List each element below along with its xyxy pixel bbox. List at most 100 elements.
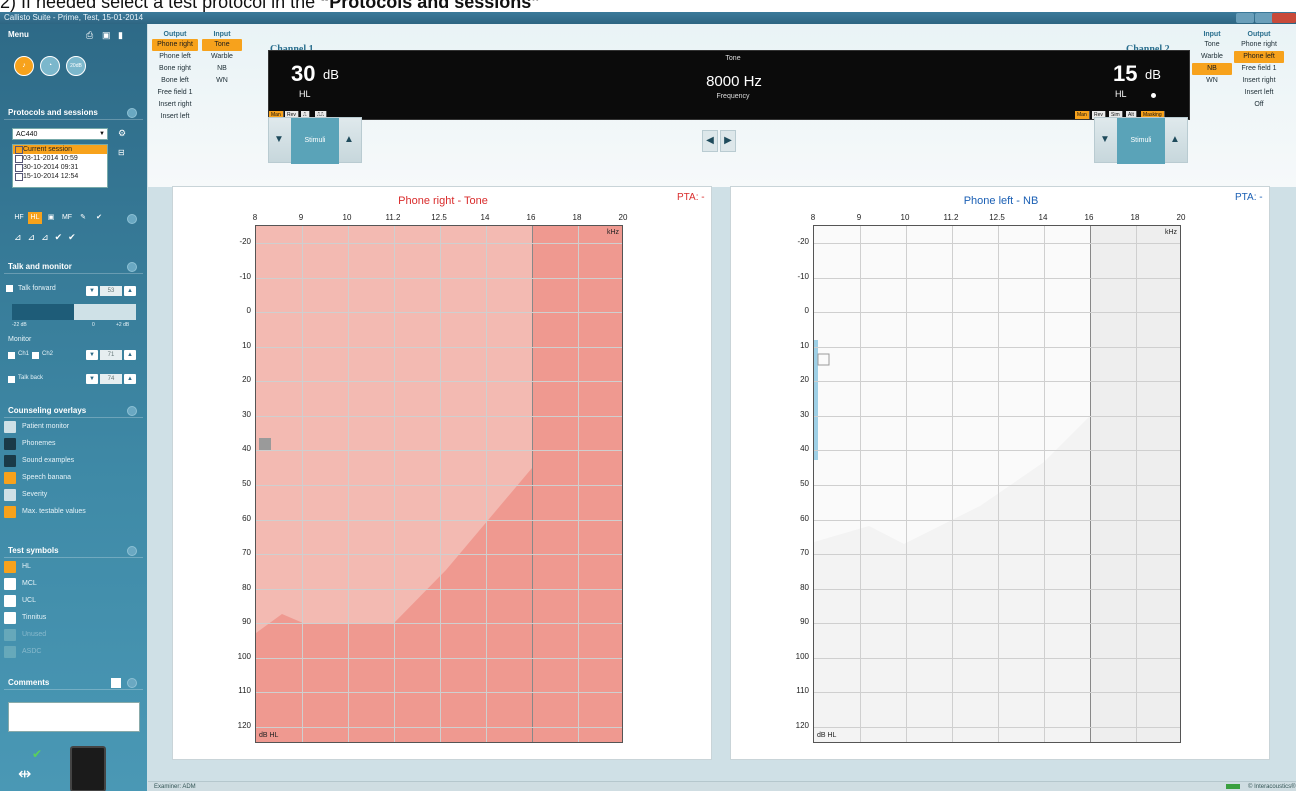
tool-check[interactable]: ✔: [92, 212, 106, 224]
talk-back-checkbox[interactable]: [8, 376, 15, 383]
symbol-ucl[interactable]: UCL: [4, 592, 143, 609]
protocol-settings-icon[interactable]: ⚙: [118, 128, 126, 139]
tools-circle-icon[interactable]: [127, 214, 137, 224]
protocol-select[interactable]: AC440 ▼: [12, 128, 108, 140]
ch1-output-option[interactable]: Insert left: [152, 111, 198, 123]
left-y-tick: 120: [795, 720, 809, 730]
collapse-counseling-icon[interactable]: [127, 406, 137, 416]
overlay-max-testable[interactable]: Max. testable values: [4, 503, 143, 520]
ch1-input-column: Input Tone Warble NB WN: [202, 30, 242, 87]
left-y-tick: 100: [795, 651, 809, 661]
left-plot-area[interactable]: kHz dB HL: [813, 225, 1181, 743]
close-button[interactable]: [1272, 13, 1296, 23]
ch2-output-option[interactable]: Insert left: [1234, 87, 1284, 99]
overlay-label: Patient monitor: [22, 423, 70, 430]
collapse-protocols-icon[interactable]: [127, 108, 137, 118]
hf-audiometry-button[interactable]: 20dB: [66, 56, 86, 76]
ch1-output-option[interactable]: Insert right: [152, 99, 198, 111]
collapse-symbols-icon[interactable]: [127, 546, 137, 556]
speech-audiometry-button[interactable]: ◔: [40, 56, 60, 76]
talk-forward-up[interactable]: ▲: [124, 286, 136, 296]
ch1-level-down-icon[interactable]: ▼: [273, 134, 285, 146]
ch2-output-option[interactable]: Insert right: [1234, 75, 1284, 87]
monitor-down[interactable]: ▼: [86, 350, 98, 360]
right-ear-audiogram: Phone right - Tone PTA: - 8 9 10 11.2 12.5 14…: [172, 186, 712, 760]
ch1-output-option[interactable]: Phone right: [152, 39, 198, 51]
ch1-output-option[interactable]: Bone left: [152, 75, 198, 87]
session-item[interactable]: 15-10-2014 12:54: [13, 172, 107, 181]
right-marker[interactable]: [259, 438, 271, 450]
session-item[interactable]: Current session: [13, 145, 107, 154]
talk-forward-checkbox[interactable]: [6, 285, 13, 292]
ch1-output-option[interactable]: Free field 1: [152, 87, 198, 99]
ch2-tag-man[interactable]: Man: [1075, 111, 1090, 119]
ch1-output-column: Output Phone right Phone left Bone right…: [152, 30, 198, 123]
collapse-talk-icon[interactable]: [127, 262, 137, 272]
ch1-input-option[interactable]: NB: [202, 63, 242, 75]
right-x-tick: 10: [342, 213, 352, 222]
ch1-input-option[interactable]: Tone: [202, 39, 242, 51]
print-icon[interactable]: ⎙: [86, 30, 93, 41]
monitor-up[interactable]: ▲: [124, 350, 136, 360]
ch2-level-up-icon[interactable]: ▲: [1169, 134, 1181, 146]
tone-audiometry-button[interactable]: ♪: [14, 56, 34, 76]
overlay-speech-banana[interactable]: Speech banana: [4, 469, 143, 486]
session-list: Current session 03-11-2014 10:59 30-10-2…: [12, 144, 108, 188]
talk-forward-down[interactable]: ▼: [86, 286, 98, 296]
exit-icon[interactable]: ▮: [118, 30, 123, 41]
ch2-output-option[interactable]: Phone left: [1234, 51, 1284, 63]
comments-input[interactable]: [8, 702, 140, 732]
ch1-checkbox[interactable]: [8, 352, 15, 359]
talk-forward-slider[interactable]: [12, 304, 136, 320]
overlay-patient-monitor[interactable]: Patient monitor: [4, 418, 143, 435]
tool-mf[interactable]: MF: [60, 212, 74, 224]
collapse-comments-icon[interactable]: [127, 678, 137, 688]
ch1-output-option[interactable]: Bone right: [152, 63, 198, 75]
symbol-tinnitus[interactable]: Tinnitus: [4, 609, 143, 626]
session-item[interactable]: 03-11-2014 10:59: [13, 154, 107, 163]
ch1-input-option[interactable]: WN: [202, 75, 242, 87]
tool-hl[interactable]: HL: [28, 212, 42, 224]
ch1-input-option[interactable]: Warble: [202, 51, 242, 63]
overlay-severity[interactable]: Severity: [4, 486, 143, 503]
symbol-hl[interactable]: HL: [4, 558, 143, 575]
ch1-output-option[interactable]: Phone left: [152, 51, 198, 63]
freq-prev-icon[interactable]: ◀: [702, 130, 718, 152]
tool-edit[interactable]: ✎: [76, 212, 90, 224]
ch2-output-option[interactable]: Off: [1234, 99, 1284, 111]
session-icon[interactable]: ⊟: [118, 148, 125, 157]
ch1-stimuli-button[interactable]: Stimuli: [291, 118, 339, 164]
tool-grid[interactable]: ▣: [44, 212, 58, 224]
overlay-sound-examples[interactable]: Sound examples: [4, 452, 143, 469]
right-y-tick: 20: [242, 375, 251, 385]
save-icon[interactable]: ▣: [102, 30, 111, 41]
left-x-tick: 9: [856, 213, 862, 222]
ch2-level-down-icon[interactable]: ▼: [1099, 134, 1111, 146]
talk-forward-toggle[interactable]: Talk forward: [4, 280, 56, 297]
ch2-input-option[interactable]: WN: [1192, 75, 1232, 87]
minimize-button[interactable]: [1236, 13, 1254, 23]
tool-icons-row2[interactable]: ⊿⊿⊿✔✔: [14, 232, 82, 243]
right-plot-area[interactable]: kHz dB HL: [255, 225, 623, 743]
ch2-stimuli-button[interactable]: Stimuli: [1117, 118, 1165, 164]
ch2-input-option[interactable]: NB: [1192, 63, 1232, 75]
battery-icon: [1226, 784, 1240, 789]
tool-hf[interactable]: HF: [12, 212, 26, 224]
talk-back-up[interactable]: ▲: [124, 374, 136, 384]
ch2-output-option[interactable]: Free field 1: [1234, 63, 1284, 75]
comment-note-icon[interactable]: [111, 678, 121, 688]
maximize-button[interactable]: [1255, 13, 1273, 23]
ch1-level-up-icon[interactable]: ▲: [343, 134, 355, 146]
talk-back-down[interactable]: ▼: [86, 374, 98, 384]
freq-next-icon[interactable]: ▶: [720, 130, 736, 152]
ch2-checkbox[interactable]: [32, 352, 39, 359]
symbol-mcl[interactable]: MCL: [4, 575, 143, 592]
right-x-tick: 12.5: [431, 213, 447, 222]
session-item[interactable]: 30-10-2014 09:31: [13, 163, 107, 172]
ch2-input-option[interactable]: Tone: [1192, 39, 1232, 51]
ch2-output-option[interactable]: Phone right: [1234, 39, 1284, 51]
overlay-phonemes[interactable]: Phonemes: [4, 435, 143, 452]
left-grid-hline: [814, 588, 1180, 590]
ch2-input-option[interactable]: Warble: [1192, 51, 1232, 63]
talk-forward-label: Talk forward: [18, 285, 56, 292]
